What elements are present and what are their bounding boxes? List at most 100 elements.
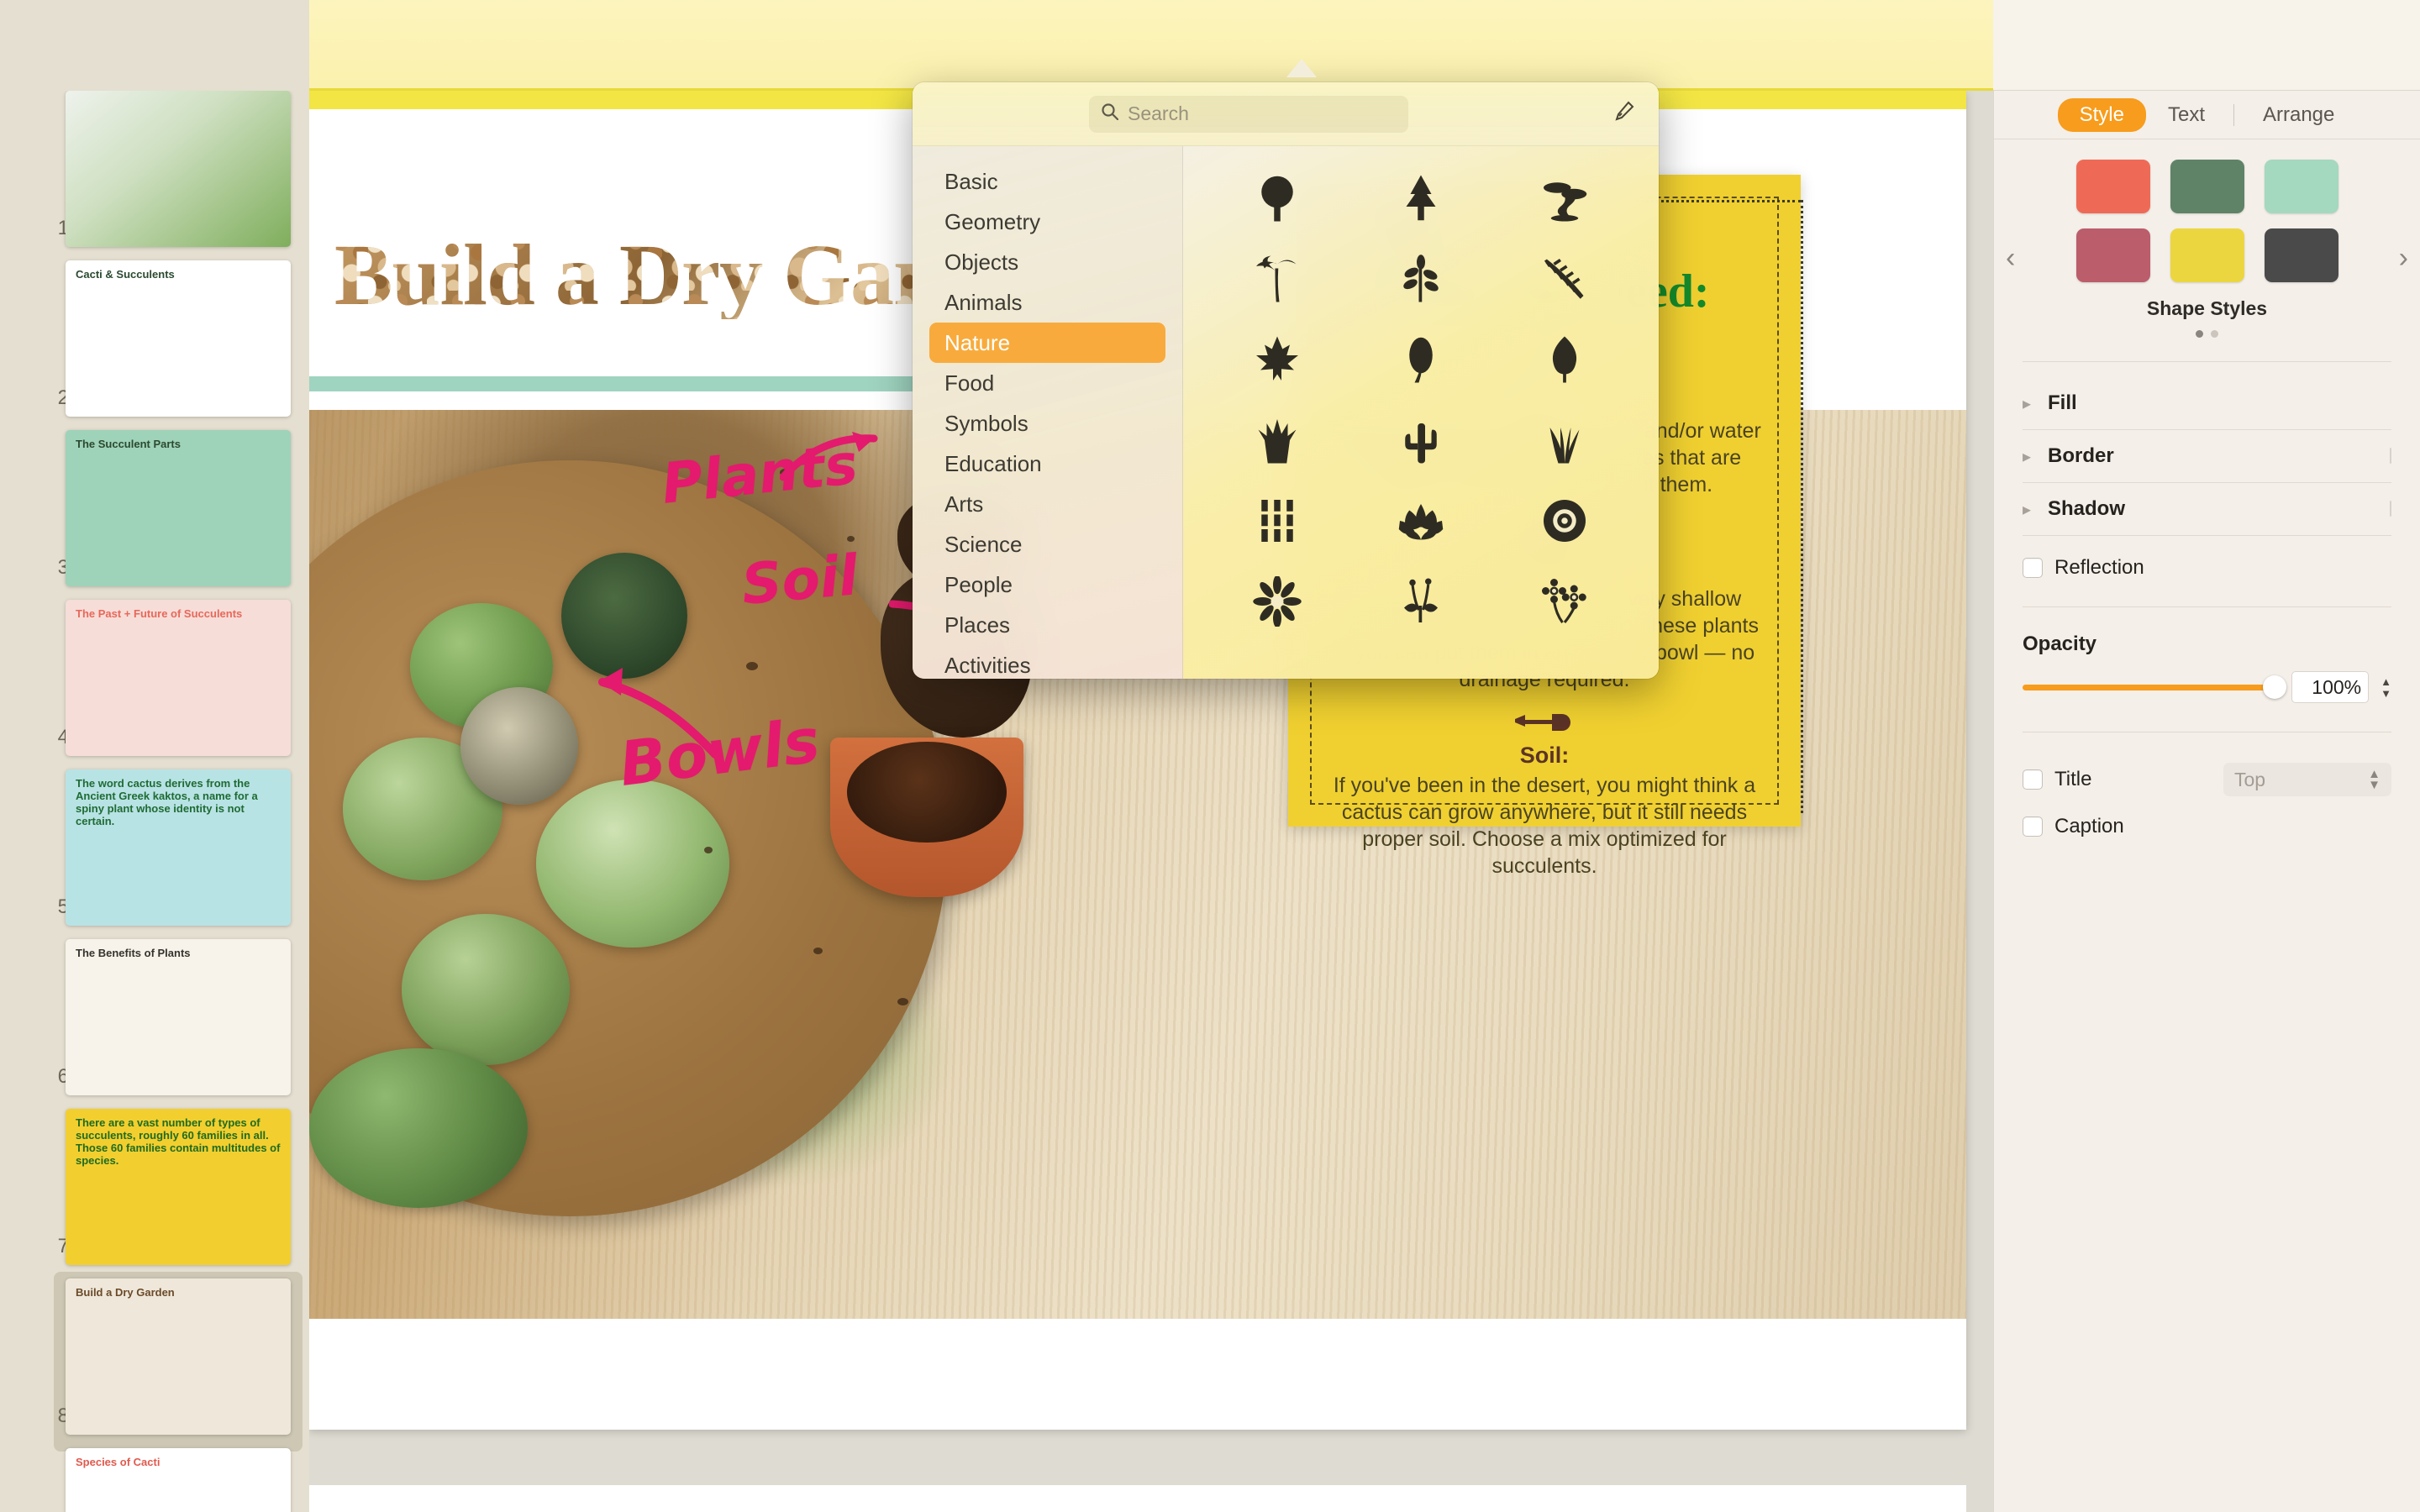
shape-category-nature[interactable]: Nature [929,323,1165,363]
oval-leaf-icon[interactable] [1385,323,1457,396]
shape-grid[interactable] [1183,146,1659,679]
page-thumbnail-9[interactable]: Species of Cacti [66,1448,291,1512]
fill-row[interactable]: ▸ Fill [1994,377,2420,429]
shape-category-objects[interactable]: Objects [929,242,1165,282]
pointed-leaf-icon[interactable] [1528,323,1601,396]
title-row[interactable]: Title Top ▲ ▼ [1994,756,2420,803]
caption-row[interactable]: Caption [1994,803,2420,850]
chevron-right-icon[interactable]: ▸ [2023,499,2038,520]
maple-leaf-icon[interactable] [1241,323,1313,396]
rose-icon[interactable] [1528,485,1601,557]
reflection-row[interactable]: Reflection [1994,544,2420,591]
flowers-icon[interactable] [1528,565,1601,638]
shadow-none-well[interactable] [2390,501,2391,517]
caption-checkbox[interactable] [2023,816,2043,837]
pen-draw-icon[interactable] [1612,100,1635,128]
shape-picker-popover[interactable]: BasicGeometryObjectsAnimalsNatureFoodSym… [913,82,1659,679]
tab-divider [2233,103,2234,126]
shadow-row[interactable]: ▸ Shadow [1994,483,2420,535]
pot-soil [847,742,1007,843]
opacity-slider[interactable] [2023,675,2287,699]
divider [2023,361,2391,362]
shape-category-list[interactable]: Basic Geometry Objects Animals Nature Food Sym… [913,146,1183,679]
main-toolbar [0,0,2420,91]
shape-style-swatch-1[interactable] [2075,160,2150,213]
succulent-plant [536,780,729,948]
page-thumbnail-7[interactable]: There are a vast number of types of succ… [66,1109,291,1265]
inspector-tabs[interactable]: Style Text Arrange [1994,91,2420,139]
card-section-body: If you've been in the desert, you might … [1333,773,1756,878]
shape-category-food[interactable]: Food [929,363,1165,403]
shape-search-field[interactable] [1089,95,1408,133]
page-thumbnail-2[interactable]: Cacti & Succulents [66,260,291,417]
page-thumbnail-5[interactable]: The word cactus derives from the Ancient… [66,769,291,926]
page-thumbnail-4[interactable]: The Past + Future of Succulents [66,600,291,756]
style-page-dots[interactable] [1994,330,2420,338]
page-dot[interactable] [2196,330,2203,338]
pine-tree-icon[interactable] [1385,162,1457,234]
stepper-up-icon[interactable]: ▲ [2381,676,2391,687]
sprig-icon[interactable] [1385,243,1457,315]
shape-styles-section: ‹ › Shape Styles [1994,139,2420,346]
opacity-slider-knob[interactable] [2263,675,2287,699]
title-position-select[interactable]: Top ▲ ▼ [2223,763,2391,796]
shape-category-geometry[interactable]: Geometry [929,202,1165,242]
page-9-partial[interactable] [309,1485,1966,1512]
shape-style-swatch-2[interactable] [2170,160,2244,213]
shape-style-swatches[interactable] [1994,160,2420,282]
fern-icon[interactable] [1528,243,1601,315]
palm-tree-icon[interactable] [1241,243,1313,315]
shape-style-swatch-3[interactable] [2264,160,2338,213]
flower-plant-icon[interactable] [1385,565,1457,638]
page-dot[interactable] [2211,330,2218,338]
opacity-stepper[interactable]: ▲ ▼ [2381,676,2391,699]
border-row[interactable]: ▸ Border [1994,430,2420,482]
shape-picker-header [913,82,1659,146]
shape-category-arts[interactable]: Arts [929,484,1165,524]
thumbnail-page-number: 1 [57,217,69,239]
cactus-icon[interactable] [1385,404,1457,476]
chevron-right-icon[interactable]: › [2399,242,2408,275]
shape-category-education[interactable]: Education [929,444,1165,484]
agave-pot-icon[interactable] [1241,404,1313,476]
tab-style[interactable]: Style [2057,97,2146,132]
shape-category-activities[interactable]: Activities [929,645,1165,679]
border-label: Border [2048,444,2114,467]
format-inspector[interactable]: Style Text Arrange ‹ › Shape Styles ▸ Fi… [1993,91,2420,1512]
page-thumbnail-3[interactable]: The Succulent Parts [66,430,291,586]
shape-style-swatch-5[interactable] [2170,228,2244,282]
shape-category-basic[interactable]: Basic [929,161,1165,202]
title-checkbox[interactable] [2023,769,2043,790]
tab-arrange[interactable]: Arrange [2241,98,2356,132]
opacity-section: Opacity 100% ▲ ▼ [1994,622,2420,703]
chevron-left-icon[interactable]: ‹ [2006,242,2015,275]
daisy-icon[interactable] [1241,565,1313,638]
bonsai-icon[interactable] [1528,162,1601,234]
page-thumbnail-6[interactable]: The Benefits of Plants [66,939,291,1095]
tree-icon[interactable] [1241,162,1313,234]
shape-category-symbols[interactable]: Symbols [929,403,1165,444]
shovel-icon [1325,711,1764,738]
opacity-value-field[interactable]: 100% [2291,671,2370,703]
bamboo-icon[interactable] [1241,485,1313,557]
shape-category-people[interactable]: People [929,564,1165,605]
chevron-right-icon[interactable]: ▸ [2023,393,2038,414]
shape-search-input[interactable] [1128,102,1397,125]
chevron-right-icon[interactable]: ▸ [2023,446,2038,467]
tab-text[interactable]: Text [2146,98,2227,132]
fill-label: Fill [2048,391,2077,414]
shape-category-animals[interactable]: Animals [929,282,1165,323]
shape-style-swatch-6[interactable] [2264,228,2338,282]
shape-style-swatch-4[interactable] [2075,228,2150,282]
caption-label: Caption [2054,815,2124,837]
shape-category-places[interactable]: Places [929,605,1165,645]
page-thumbnails-sidebar[interactable]: 1 2 Cacti & Succulents 3 The Succulent Parts… [0,0,309,1512]
border-none-well[interactable] [2390,448,2391,464]
stepper-down-icon[interactable]: ▼ [2381,688,2391,699]
page-thumbnail-1[interactable] [66,91,291,247]
reflection-checkbox[interactable] [2023,558,2043,578]
lotus-icon[interactable] [1385,485,1457,557]
shape-category-science[interactable]: Science [929,524,1165,564]
grass-icon[interactable] [1528,404,1601,476]
page-thumbnail-8[interactable]: Build a Dry Garden [66,1278,291,1435]
